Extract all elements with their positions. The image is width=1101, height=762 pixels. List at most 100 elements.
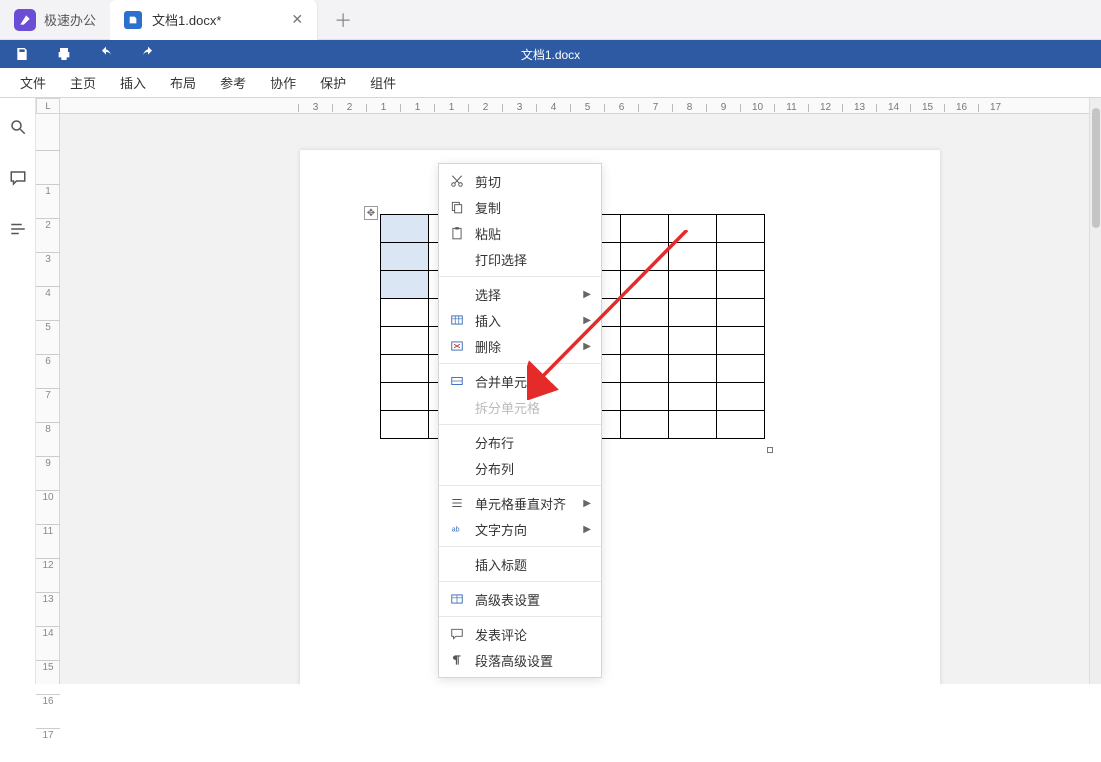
search-icon[interactable] — [9, 118, 27, 141]
vertical-ruler[interactable]: 1234567891011121314151617 — [36, 114, 60, 684]
table-cell[interactable] — [621, 355, 669, 383]
new-tab-button[interactable]: ＋ — [318, 7, 368, 33]
document-title: 文档1.docx — [521, 46, 580, 63]
ruler-tick: 1 — [36, 184, 60, 218]
document-tab[interactable]: 文档1.docx* ✕ — [110, 0, 318, 40]
table-cell[interactable] — [381, 411, 429, 439]
menu-layout[interactable]: 布局 — [158, 68, 208, 97]
ctx-copy[interactable]: 复制 — [439, 194, 601, 220]
ctx-paragraph-advanced[interactable]: 段落高级设置 — [439, 647, 601, 673]
table-cell[interactable] — [381, 243, 429, 271]
table-delete-icon — [449, 338, 465, 354]
table-cell[interactable] — [621, 411, 669, 439]
ctx-distribute-cols[interactable]: 分布列 — [439, 455, 601, 481]
table-cell[interactable] — [717, 215, 765, 243]
text-direction-icon: ab — [449, 521, 465, 537]
table-cell[interactable] — [717, 299, 765, 327]
app-badge[interactable]: 极速办公 — [0, 0, 110, 40]
ruler-tick: 12 — [808, 104, 842, 112]
scrollbar-thumb[interactable] — [1092, 108, 1100, 228]
table-cell[interactable] — [717, 355, 765, 383]
tab-title: 文档1.docx* — [152, 10, 221, 29]
table-cell[interactable] — [717, 327, 765, 355]
table-move-handle[interactable]: ✥ — [364, 206, 378, 220]
redo-icon[interactable] — [140, 46, 156, 62]
ctx-cell-valign[interactable]: 单元格垂直对齐 ▶ — [439, 490, 601, 516]
table-cell[interactable] — [381, 327, 429, 355]
table-cell[interactable] — [669, 215, 717, 243]
table-cell[interactable] — [381, 271, 429, 299]
table-cell[interactable] — [669, 243, 717, 271]
menu-collab[interactable]: 协作 — [258, 68, 308, 97]
print-icon[interactable] — [56, 46, 72, 62]
menu-insert[interactable]: 插入 — [108, 68, 158, 97]
ruler-tick: 5 — [36, 320, 60, 354]
table-cell[interactable] — [717, 411, 765, 439]
table-cell[interactable] — [381, 215, 429, 243]
valign-icon — [449, 495, 465, 511]
ruler-tick — [36, 150, 60, 184]
vertical-scrollbar[interactable] — [1089, 98, 1101, 684]
table-cell[interactable] — [381, 299, 429, 327]
table-cell[interactable] — [669, 271, 717, 299]
ctx-cut[interactable]: 剪切 — [439, 168, 601, 194]
table-cell[interactable] — [381, 355, 429, 383]
table-resize-handle[interactable] — [767, 447, 773, 453]
table-cell[interactable] — [621, 271, 669, 299]
table-cell[interactable] — [669, 383, 717, 411]
ctx-distribute-rows[interactable]: 分布行 — [439, 429, 601, 455]
separator — [439, 616, 601, 617]
titlebar: 极速办公 文档1.docx* ✕ ＋ — [0, 0, 1101, 40]
ctx-comment[interactable]: 发表评论 — [439, 621, 601, 647]
ctx-text-direction[interactable]: ab 文字方向 ▶ — [439, 516, 601, 542]
context-menu: 剪切 复制 粘贴 打印选择 选择 ▶ 插入 ▶ 删除 ▶ 合并单元格 拆分单元格… — [438, 163, 602, 678]
tab-close-button[interactable]: ✕ — [291, 11, 303, 28]
ruler-tick: 16 — [944, 104, 978, 112]
table-cell[interactable] — [669, 411, 717, 439]
ruler-tick: 12 — [36, 558, 60, 592]
ruler-tick: 9 — [36, 456, 60, 490]
ruler-tick: 10 — [36, 490, 60, 524]
menu-file[interactable]: 文件 — [8, 68, 58, 97]
save-icon[interactable] — [14, 46, 30, 62]
table-cell[interactable] — [717, 383, 765, 411]
ruler-tick: 7 — [638, 104, 672, 112]
table-cell[interactable] — [717, 243, 765, 271]
ruler-corner: L — [36, 98, 60, 114]
app-logo-icon — [14, 9, 36, 31]
undo-icon[interactable] — [98, 46, 114, 62]
svg-text:ab: ab — [452, 526, 460, 533]
table-cell[interactable] — [621, 383, 669, 411]
outline-icon[interactable] — [9, 220, 27, 243]
ctx-print-selection[interactable]: 打印选择 — [439, 246, 601, 272]
table-cell[interactable] — [621, 243, 669, 271]
chevron-right-icon: ▶ — [583, 315, 591, 326]
ctx-insert-caption[interactable]: 插入标题 — [439, 551, 601, 577]
ruler-tick: 2 — [468, 104, 502, 112]
ctx-delete[interactable]: 删除 ▶ — [439, 333, 601, 359]
menu-references[interactable]: 参考 — [208, 68, 258, 97]
ctx-paste[interactable]: 粘贴 — [439, 220, 601, 246]
table-cell[interactable] — [381, 383, 429, 411]
menu-home[interactable]: 主页 — [58, 68, 108, 97]
comments-icon[interactable] — [9, 169, 27, 192]
menu-protect[interactable]: 保护 — [308, 68, 358, 97]
table-cell[interactable] — [669, 355, 717, 383]
table-cell[interactable] — [621, 327, 669, 355]
table-cell[interactable] — [621, 299, 669, 327]
table-cell[interactable] — [669, 299, 717, 327]
ctx-table-advanced[interactable]: 高级表设置 — [439, 586, 601, 612]
ctx-select[interactable]: 选择 ▶ — [439, 281, 601, 307]
quick-access-bar: 文档1.docx — [0, 40, 1101, 68]
table-cell[interactable] — [669, 327, 717, 355]
menu-components[interactable]: 组件 — [358, 68, 408, 97]
ctx-insert[interactable]: 插入 ▶ — [439, 307, 601, 333]
table-cell[interactable] — [621, 215, 669, 243]
table-cell[interactable] — [717, 271, 765, 299]
ruler-tick: 13 — [842, 104, 876, 112]
separator — [439, 581, 601, 582]
ruler-tick: 3 — [502, 104, 536, 112]
ctx-merge-cells[interactable]: 合并单元格 — [439, 368, 601, 394]
separator — [439, 363, 601, 364]
horizontal-ruler[interactable]: 32111234567891011121314151617 — [60, 98, 1089, 114]
